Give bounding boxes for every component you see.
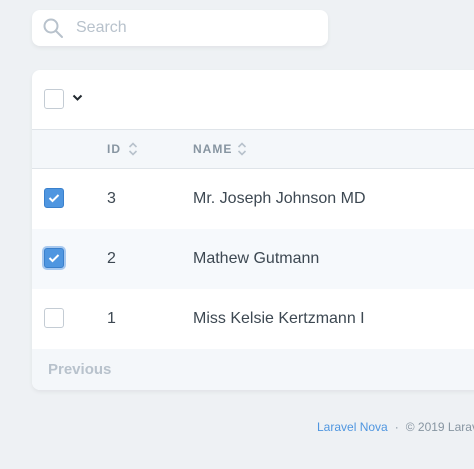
row-checkbox[interactable]	[44, 248, 64, 268]
check-icon	[48, 254, 60, 263]
row-checkbox[interactable]	[44, 188, 64, 208]
row-name: Miss Kelsie Kertzmann I	[193, 310, 365, 327]
page-footer: Laravel Nova · © 2019 Larav	[317, 420, 474, 434]
table-toolbar	[32, 70, 474, 130]
check-icon	[48, 194, 60, 203]
select-all-checkbox[interactable]	[44, 89, 64, 109]
row-name: Mr. Joseph Johnson MD	[193, 190, 366, 207]
table-row[interactable]: 2 Mathew Gutmann	[32, 229, 474, 290]
laravel-nova-link[interactable]: Laravel Nova	[317, 420, 388, 434]
previous-button[interactable]: Previous	[48, 349, 111, 390]
row-id: 1	[107, 310, 116, 327]
table-header: ID NAME	[32, 130, 474, 169]
sort-icon[interactable]	[237, 141, 247, 157]
column-header-name[interactable]: NAME	[193, 130, 232, 168]
search-input[interactable]	[76, 10, 316, 46]
table-row[interactable]: 3 Mr. Joseph Johnson MD	[32, 169, 474, 230]
copyright-text: © 2019 Larav	[405, 420, 474, 434]
row-id: 2	[107, 250, 116, 267]
resource-table-card: ID NAME 3 Mr. Joseph Johnson MD 2 Mathew…	[32, 70, 474, 390]
row-checkbox[interactable]	[44, 308, 64, 328]
search-icon	[43, 18, 63, 38]
column-header-id[interactable]: ID	[107, 130, 121, 168]
sort-icon[interactable]	[128, 141, 138, 157]
footer-separator: ·	[394, 420, 399, 434]
pagination-bar: Previous	[32, 349, 474, 390]
chevron-down-icon[interactable]	[72, 94, 83, 102]
table-row[interactable]: 1 Miss Kelsie Kertzmann I	[32, 289, 474, 350]
search-bar	[32, 10, 328, 46]
row-name: Mathew Gutmann	[193, 250, 320, 267]
row-id: 3	[107, 190, 116, 207]
